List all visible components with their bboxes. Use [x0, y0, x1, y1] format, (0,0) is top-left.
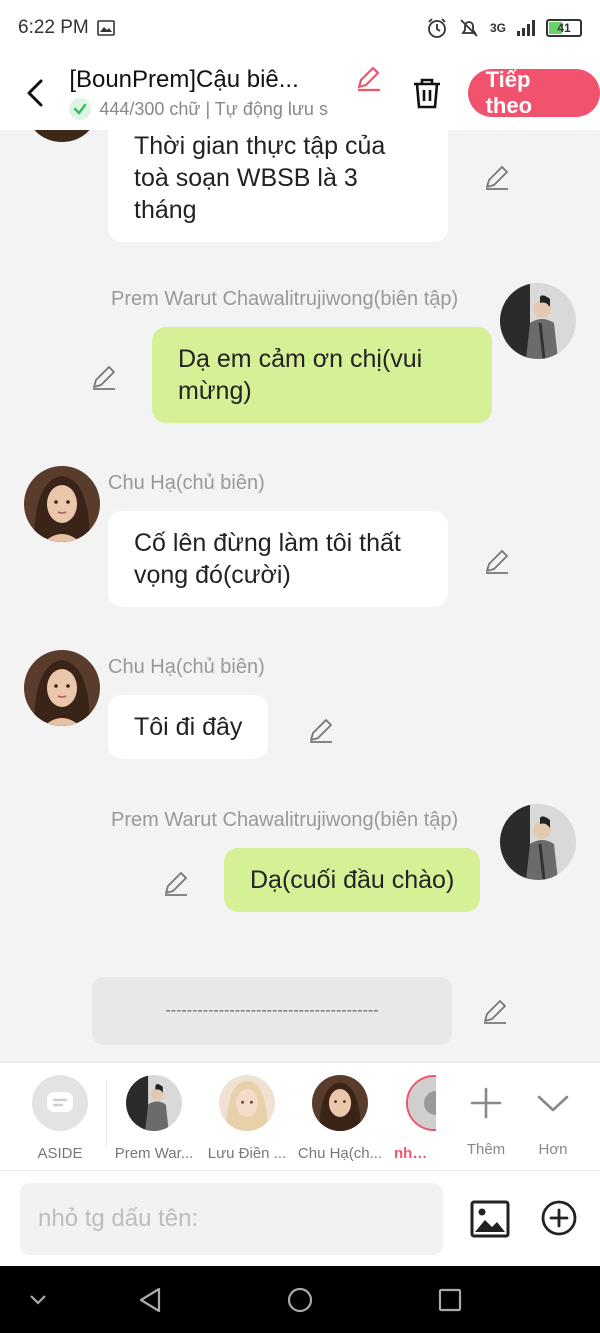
avatar[interactable] — [500, 804, 576, 880]
status-bar: 6:22 PM 3G 41 — [0, 0, 600, 56]
edit-message-icon[interactable] — [482, 546, 512, 576]
word-count-status: 444/300 chữ | Tự động lưu s — [99, 98, 328, 119]
edit-message-icon[interactable] — [89, 362, 119, 392]
pencil-icon — [358, 66, 381, 92]
character-prem[interactable]: Prem War... — [108, 1075, 200, 1162]
edit-message-icon[interactable] — [161, 868, 191, 898]
message-bubble[interactable]: Dạ(cuối đầu chào) — [224, 848, 481, 912]
chevron-left-icon — [27, 79, 43, 107]
circle-home-icon — [287, 1287, 313, 1313]
chat-area[interactable]: Thời gian thực tập của toà soạn WBSB là … — [0, 130, 600, 1062]
message-bubble[interactable]: Tôi đi đây — [108, 695, 269, 759]
story-title[interactable]: [BounPrem]Cậu biê... — [69, 66, 356, 94]
avatar[interactable] — [24, 130, 100, 142]
mute-bell-icon — [460, 19, 478, 37]
character-luu-dien[interactable]: Lưu Điền ... — [201, 1075, 293, 1162]
speaker-name: Prem Warut Chawalitrujiwong(biên tập) — [111, 288, 459, 310]
saved-check-icon — [69, 98, 92, 120]
speaker-name: Chu Hạ(chủ biên) — [108, 472, 265, 494]
message-input[interactable] — [20, 1183, 443, 1255]
avatar — [312, 1075, 368, 1131]
chevron-down-icon — [537, 1095, 569, 1112]
image-icon[interactable] — [470, 1199, 510, 1239]
nav-back-button[interactable] — [134, 1284, 166, 1316]
avatar[interactable] — [24, 650, 100, 726]
system-nav-bar — [0, 1266, 600, 1333]
edit-message-icon[interactable] — [480, 996, 510, 1026]
square-recents-icon — [438, 1288, 462, 1312]
battery-icon: 41 — [546, 19, 582, 37]
signal-icon — [517, 20, 535, 36]
nav-home-button[interactable] — [284, 1284, 316, 1316]
avatar — [406, 1075, 436, 1131]
message-input-bar — [0, 1170, 600, 1266]
avatar — [219, 1075, 275, 1131]
avatar[interactable] — [24, 466, 100, 542]
edit-title-button[interactable] — [348, 58, 388, 98]
message-bubble[interactable]: Cố lên đừng làm tôi thất vọng đó(cười) — [108, 511, 448, 607]
avatar[interactable] — [500, 283, 576, 359]
triangle-back-icon — [139, 1287, 161, 1313]
network-label: 3G — [489, 21, 506, 35]
gallery-notification-icon — [96, 20, 115, 36]
delete-button[interactable] — [402, 68, 452, 118]
avatar — [126, 1075, 182, 1131]
character-aside[interactable]: ASIDE — [14, 1075, 106, 1162]
add-character-button[interactable]: Thêm — [456, 1075, 516, 1158]
speaker-name: Prem Warut Chawalitrujiwong(biên tập) — [111, 809, 459, 831]
aside-narration-box[interactable]: ---------------------------------------- — [92, 977, 452, 1045]
status-time: 6:22 PM — [18, 17, 89, 38]
character-chu-ha[interactable]: Chu Hạ(ch... — [294, 1075, 386, 1162]
edit-message-icon[interactable] — [482, 162, 512, 192]
app-header: [BounPrem]Cậu biê... 444/300 chữ | Tự độ… — [0, 56, 600, 130]
character-selector: ASIDE Prem War... Lưu Điền ... Chu Hạ(ch… — [0, 1062, 600, 1170]
aside-icon — [47, 1092, 73, 1112]
divider — [106, 1081, 107, 1147]
back-button[interactable] — [0, 56, 69, 130]
message-bubble[interactable]: Thời gian thực tập của toà soạn WBSB là … — [108, 130, 448, 242]
nav-recents-button[interactable] — [434, 1284, 466, 1316]
plus-icon — [470, 1087, 502, 1119]
trash-icon — [413, 78, 440, 109]
chevron-down-icon — [30, 1295, 46, 1305]
alarm-icon — [428, 18, 446, 38]
more-characters-button[interactable]: Hơn — [523, 1075, 583, 1158]
message-bubble[interactable]: Dạ em cảm ơn chị(vui mừng) — [152, 327, 492, 423]
hide-nav-button[interactable] — [22, 1284, 54, 1316]
speaker-name: Chu Hạ(chủ biên) — [108, 656, 265, 678]
character-nho-tg[interactable]: nhỏ tg — [388, 1075, 436, 1162]
next-button[interactable]: Tiếp theo — [467, 67, 600, 118]
edit-message-icon[interactable] — [306, 715, 336, 745]
add-circle-icon[interactable] — [540, 1199, 578, 1237]
